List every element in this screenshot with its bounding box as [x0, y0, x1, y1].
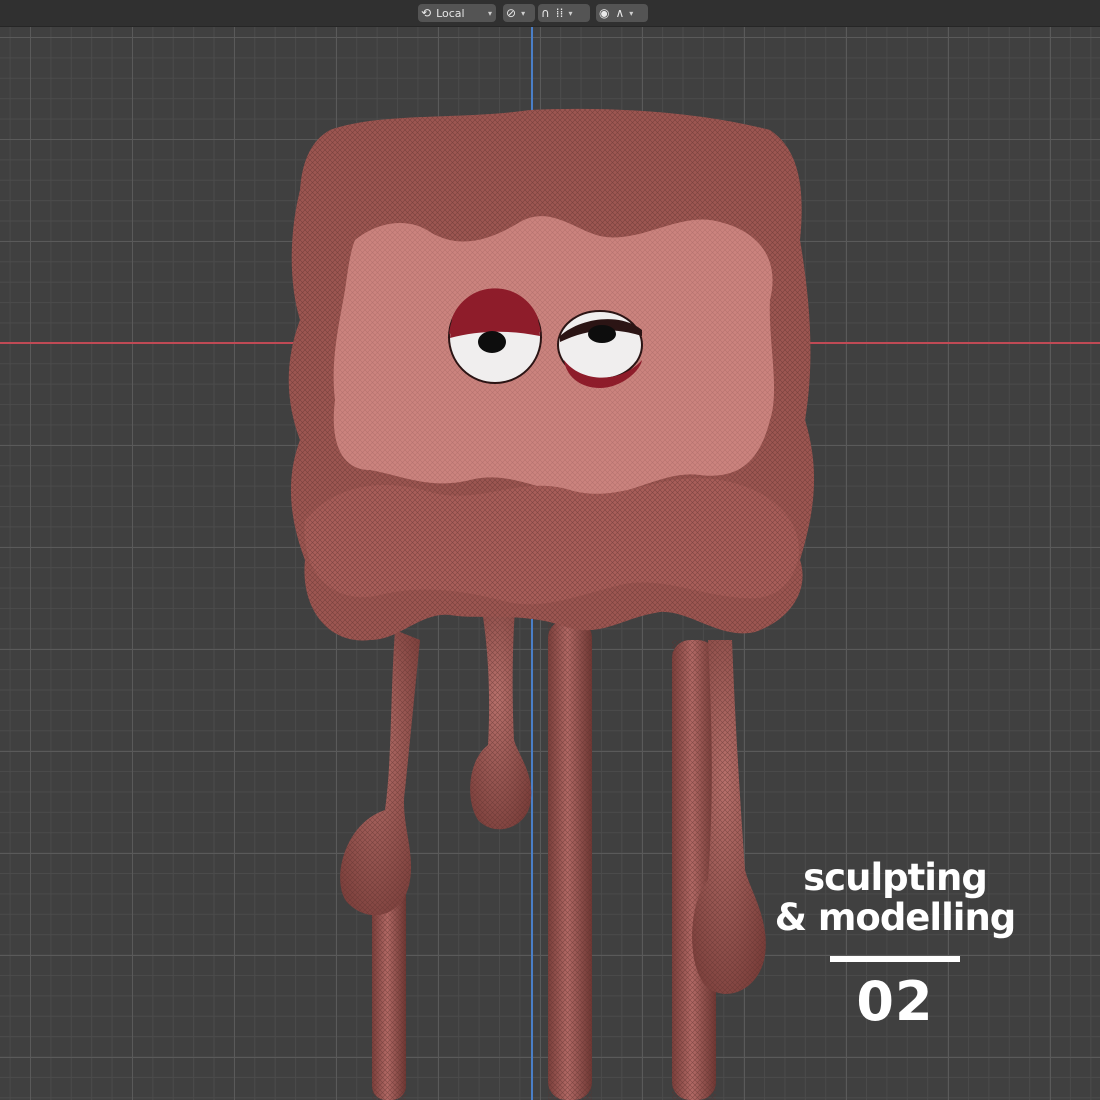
pivot-point-dropdown[interactable]: ⊘ ▾ [503, 4, 535, 22]
snap-magnet-icon[interactable]: ∩ [538, 4, 553, 22]
title-number: 02 [856, 970, 934, 1033]
falloff-curve-icon[interactable]: ∧ [612, 4, 627, 22]
snap-controls[interactable]: ∩ ⁞⁞ ▾ [538, 4, 590, 22]
transform-orientation-icon: ⟲ [421, 6, 432, 20]
proportional-editing-icon[interactable]: ◉ [596, 4, 612, 22]
chevron-down-icon: ▾ [487, 8, 492, 18]
chevron-down-icon: ▾ [629, 8, 634, 18]
transform-orientation-label: Local [436, 6, 465, 20]
title-overlay: sculpting & modelling 02 [760, 858, 1030, 1030]
transform-orientation-dropdown[interactable]: ⟲ Local ▾ [418, 4, 496, 22]
chevron-down-icon: ▾ [521, 8, 526, 18]
body [288, 108, 815, 641]
title-line-2: & modelling [774, 896, 1017, 939]
title-divider [830, 956, 960, 962]
proportional-editing-controls[interactable]: ◉ ∧ ▾ [596, 4, 648, 22]
left-eye [448, 288, 542, 384]
snap-increment-icon[interactable]: ⁞⁞ [553, 4, 567, 22]
pivot-point-icon: ⊘ [506, 6, 517, 20]
legs [372, 620, 716, 1100]
viewport-header: ⟲ Local ▾ ⊘ ▾ ∩ ⁞⁞ ▾ ◉ ∧ ▾ [0, 0, 1100, 27]
title-line-1: sculpting [803, 856, 988, 899]
chevron-down-icon: ▾ [568, 8, 573, 18]
